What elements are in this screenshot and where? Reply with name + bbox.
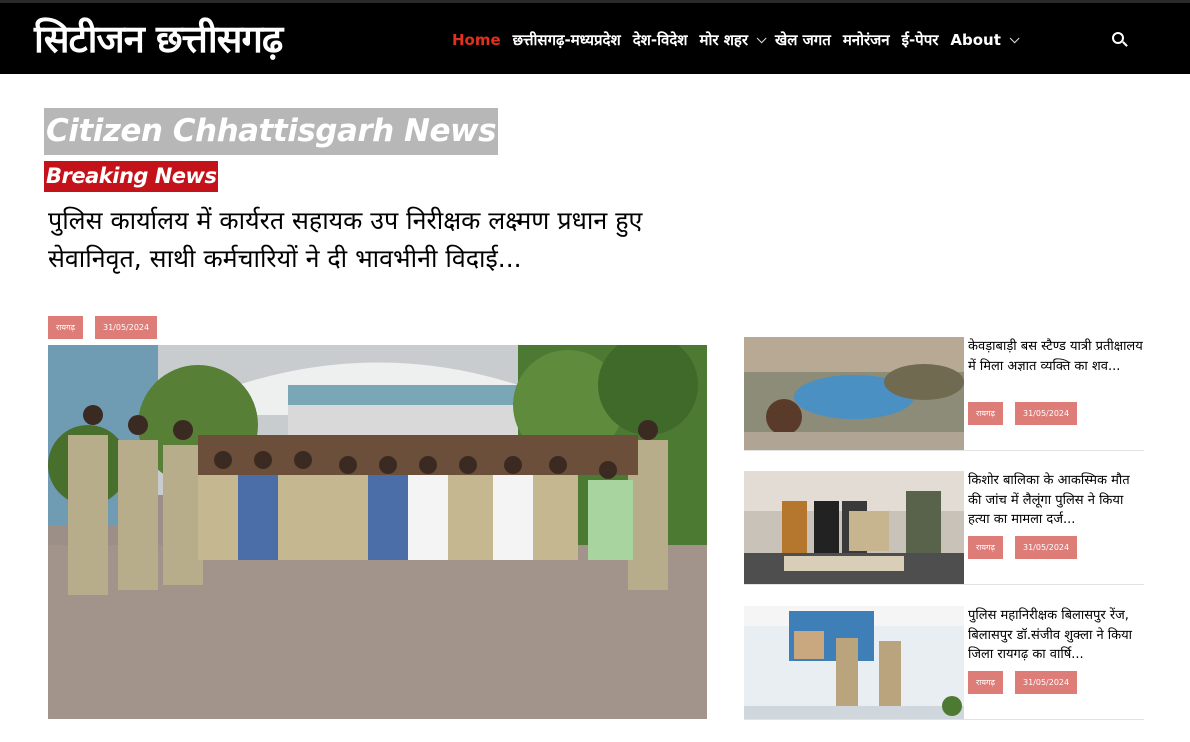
group-photo-illustration [48,345,707,719]
nav-label: देश-विदेश [632,31,688,49]
site-name-banner: Citizen Chhattisgarh News [44,108,499,155]
category-tag[interactable]: रायगढ़ [968,671,1003,694]
nav-label: छत्तीसगढ़-मध्यप्रदेश [512,31,621,49]
thumbnail-illustration [744,337,964,450]
category-tag[interactable]: रायगढ़ [968,536,1003,559]
sidebar-card-title[interactable]: केवड़ाबाड़ी बस स्टैण्ड यात्री प्रतीक्षाल… [968,337,1144,376]
nav-label: About [950,31,1001,49]
date-tag: 31/05/2024 [1015,536,1078,559]
nav-item-chhattisgarh-mp[interactable]: छत्तीसगढ़-मध्यप्रदेश [513,30,621,50]
category-tag[interactable]: रायगढ़ [48,316,83,339]
site-logo[interactable]: सिटीजन छत्तीसगढ़ [34,13,283,65]
nav-item-desh-videsh[interactable]: देश-विदेश [633,30,688,50]
sidebar-card[interactable]: किशोर बालिका के आकस्मिक मौत की जांच में … [744,471,1144,585]
search-icon[interactable] [1112,32,1128,47]
nav-label: ई-पेपर [901,31,939,49]
nav-label: मोर शहर [699,31,749,49]
chevron-down-icon [1009,32,1020,43]
category-tag[interactable]: रायगढ़ [968,402,1003,425]
nav-item-khel-jagat[interactable]: खेल जगत [775,30,831,50]
nav-label: मनोरंजन [842,31,890,49]
nav-item-home[interactable]: Home [452,31,501,49]
sidebar-card[interactable]: पुलिस महानिरीक्षक बिलासपुर रेंज, बिलासपु… [744,606,1144,720]
site-header: सिटीजन छत्तीसगढ़ Home छत्तीसगढ़-मध्यप्रद… [0,0,1190,74]
main-article-photo[interactable] [48,345,707,719]
nav-label: खेल जगत [775,31,831,49]
sidebar-card-thumbnail[interactable] [744,471,964,584]
nav-label: Home [452,31,501,49]
date-tag: 31/05/2024 [1015,671,1078,694]
thumbnail-illustration [744,606,964,719]
sidebar-card-thumbnail[interactable] [744,606,964,719]
sidebar-card-title[interactable]: किशोर बालिका के आकस्मिक मौत की जांच में … [968,471,1144,530]
thumbnail-illustration [744,471,964,584]
nav-item-manoranjan[interactable]: मनोरंजन [843,30,890,50]
main-nav: Home छत्तीसगढ़-मध्यप्रदेश देश-विदेश मोर … [452,3,1028,77]
main-article-title[interactable]: पुलिस कार्यालय में कार्यरत सहायक उप निरी… [48,202,658,277]
sidebar-card[interactable]: केवड़ाबाड़ी बस स्टैण्ड यात्री प्रतीक्षाल… [744,337,1144,451]
chevron-down-icon [756,32,767,43]
sidebar-card-title[interactable]: पुलिस महानिरीक्षक बिलासपुर रेंज, बिलासपु… [968,606,1144,665]
search-icon-handle [1122,41,1128,47]
date-tag: 31/05/2024 [1015,402,1078,425]
nav-item-mor-shahar[interactable]: मोर शहर [699,30,767,50]
nav-item-e-paper[interactable]: ई-पेपर [902,30,939,50]
date-tag: 31/05/2024 [95,316,158,339]
breaking-news-label: Breaking News [44,161,219,192]
sidebar-card-thumbnail[interactable] [744,337,964,450]
nav-item-about[interactable]: About [950,31,1020,49]
